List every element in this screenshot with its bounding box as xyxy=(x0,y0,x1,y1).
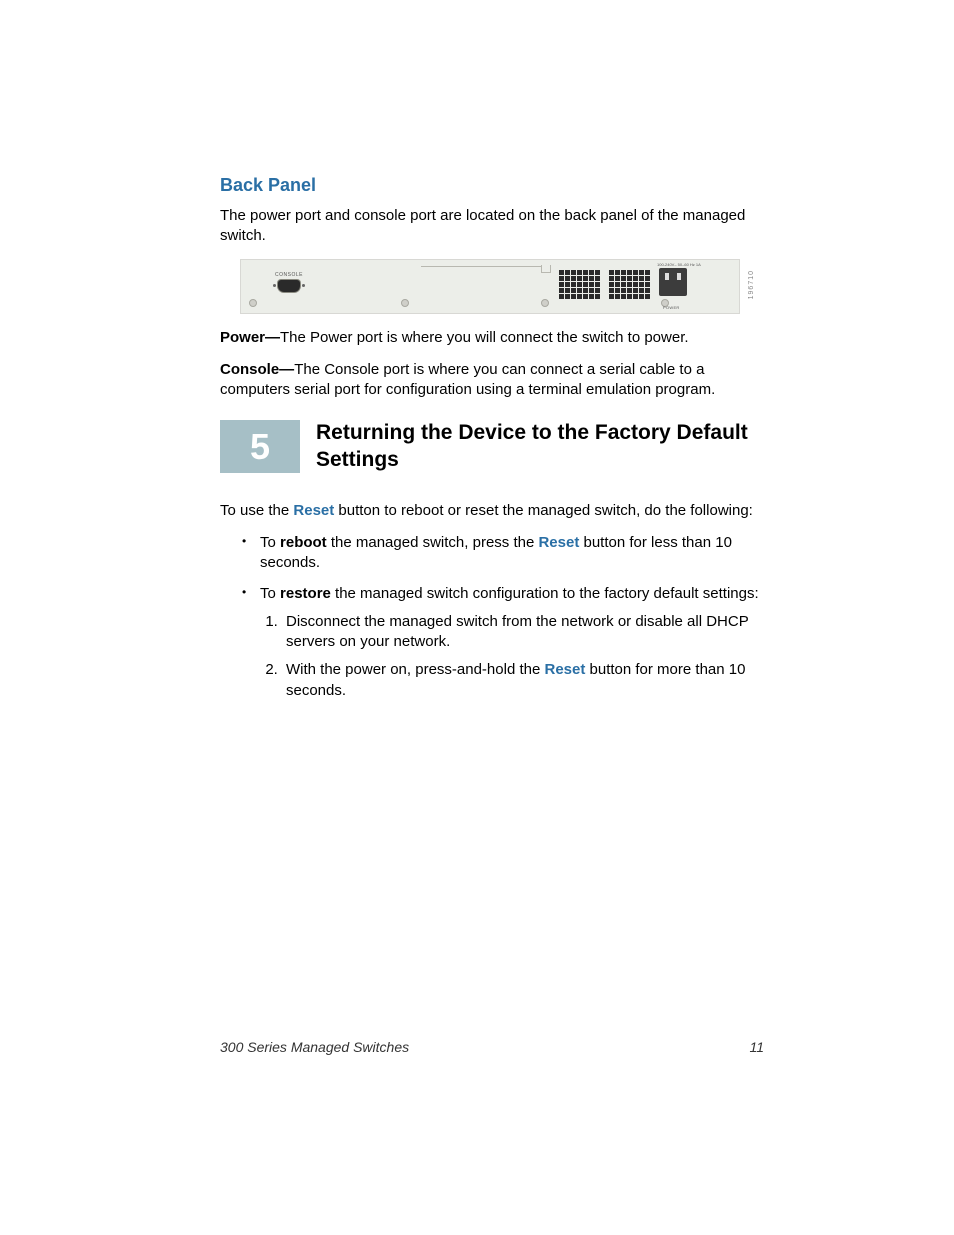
list-item: To restore the managed switch configurat… xyxy=(242,584,764,701)
divider-line xyxy=(421,266,541,267)
section-5-header: 5 Returning the Device to the Factory De… xyxy=(220,420,764,473)
footer-product-name: 300 Series Managed Switches xyxy=(220,1039,409,1055)
restore-steps-list: Disconnect the managed switch from the n… xyxy=(282,612,764,701)
section-number-badge: 5 xyxy=(220,420,300,473)
list-item: To reboot the managed switch, press the … xyxy=(242,533,764,574)
back-panel-intro: The power port and console port are loca… xyxy=(220,206,764,247)
dot-icon xyxy=(302,284,305,287)
reset-keyword: Reset xyxy=(293,502,334,519)
bracket-icon xyxy=(541,265,551,273)
console-port-group: CONSOLE xyxy=(273,272,305,292)
step-text: Disconnect the managed switch from the n… xyxy=(286,613,748,650)
section-5-intro: To use the Reset button to reboot or res… xyxy=(220,501,764,521)
section-back-panel: Back Panel The power port and console po… xyxy=(220,175,764,400)
page-number: 11 xyxy=(749,1039,764,1055)
li-mid: the managed switch, press the xyxy=(327,534,539,551)
reset-keyword: Reset xyxy=(538,534,579,551)
power-term: Power— xyxy=(220,329,280,346)
li-bold: reboot xyxy=(280,534,327,551)
console-def: The Console port is where you can connec… xyxy=(220,361,715,398)
li-post: the managed switch configuration to the … xyxy=(331,585,759,602)
prong-icon xyxy=(677,273,681,280)
vent-grid-icon xyxy=(609,270,650,299)
section-5-title: Returning the Device to the Factory Defa… xyxy=(300,420,764,473)
power-description: Power—The Power port is where you will c… xyxy=(220,328,764,348)
li-pre: To xyxy=(260,585,280,602)
page-footer: 300 Series Managed Switches 11 xyxy=(220,1039,764,1055)
console-description: Console—The Console port is where you ca… xyxy=(220,360,764,401)
dot-icon xyxy=(273,284,276,287)
power-socket-icon xyxy=(659,268,687,296)
intro-post: button to reboot or reset the managed sw… xyxy=(334,502,753,519)
diagram-reference-code: 196710 xyxy=(748,270,755,299)
db9-port-icon xyxy=(278,280,300,292)
screw-icon xyxy=(401,299,409,307)
screw-icon xyxy=(541,299,549,307)
document-page: Back Panel The power port and console po… xyxy=(0,0,954,1235)
power-def: The Power port is where you will connect… xyxy=(280,329,689,346)
power-label: POWER xyxy=(663,305,680,310)
list-item: With the power on, press-and-hold the Re… xyxy=(282,660,764,701)
screw-icon xyxy=(249,299,257,307)
step-pre: With the power on, press-and-hold the xyxy=(286,661,544,678)
console-label: CONSOLE xyxy=(273,272,305,278)
vent-grid-icon xyxy=(559,270,600,299)
section-heading: Back Panel xyxy=(220,175,764,196)
list-item: Disconnect the managed switch from the n… xyxy=(282,612,764,653)
reset-instructions-list: To reboot the managed switch, press the … xyxy=(242,533,764,701)
li-pre: To xyxy=(260,534,280,551)
intro-pre: To use the xyxy=(220,502,293,519)
li-bold: restore xyxy=(280,585,331,602)
power-rating-label: 100-240V– 50–60 Hz 1A xyxy=(657,262,701,267)
reset-keyword: Reset xyxy=(544,661,585,678)
console-port-icon xyxy=(273,280,305,292)
back-panel-diagram: CONSOLE xyxy=(240,259,740,314)
console-term: Console— xyxy=(220,361,294,378)
prong-icon xyxy=(665,273,669,280)
